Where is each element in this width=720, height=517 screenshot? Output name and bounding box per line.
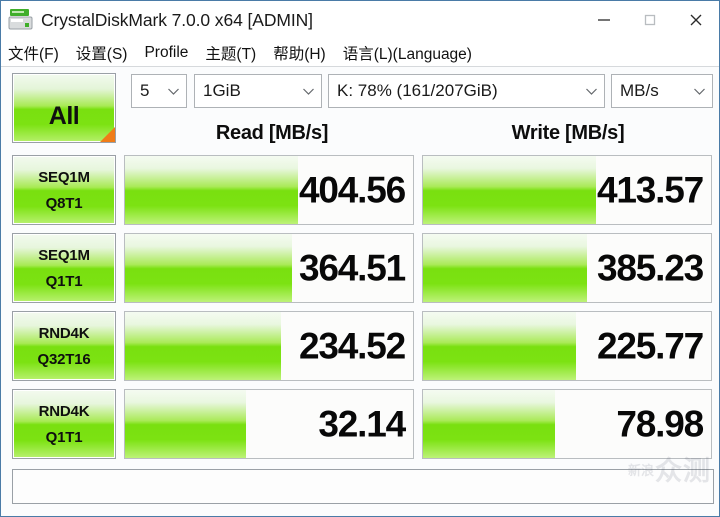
toolbar: All 5 1GiB K: 78% (161/207GiB) MB/s: [8, 73, 713, 143]
client-area: All 5 1GiB K: 78% (161/207GiB) MB/s Read…: [1, 66, 719, 516]
read-result-cell[interactable]: 234.52: [124, 311, 414, 381]
test-label-line1: SEQ1M: [38, 168, 90, 186]
comment-input[interactable]: [12, 469, 714, 504]
write-bar-fill: [423, 390, 556, 458]
menu-item-file[interactable]: 文件(F): [8, 42, 68, 64]
read-result-cell[interactable]: 32.14: [124, 389, 414, 459]
test-label-line1: RND4K: [38, 402, 90, 420]
test-size-value: 1GiB: [203, 81, 241, 100]
read-score: 404.56: [299, 169, 406, 211]
read-bar-fill: [125, 234, 293, 302]
test-label-line2: Q8T1: [45, 194, 83, 212]
window-title: CrystalDiskMark 7.0.0 x64 [ADMIN]: [41, 9, 313, 30]
test-count-value: 5: [140, 81, 150, 100]
test-label-seq1m-q8t1[interactable]: SEQ1M Q8T1: [12, 155, 116, 225]
write-score: 385.23: [597, 247, 704, 289]
table-row: RND4K Q32T16 234.52 225.77: [12, 311, 714, 381]
crystaldiskmark-window: CrystalDiskMark 7.0.0 x64 [ADMIN] 文件(F) …: [0, 0, 720, 517]
read-column-header: Read [MB/s]: [215, 122, 329, 144]
read-score: 364.51: [299, 247, 406, 289]
write-bar-fill: [423, 312, 576, 380]
unit-select[interactable]: MB/s: [611, 74, 713, 108]
table-row: RND4K Q1T1 32.14 78.98: [12, 389, 714, 459]
chevron-down-icon: [585, 87, 598, 96]
test-label-line1: SEQ1M: [38, 246, 90, 264]
table-row: SEQ1M Q1T1 364.51 385.23: [12, 233, 714, 303]
results-grid: SEQ1M Q8T1 404.56 413.57 SEQ1M Q1T1 364.…: [12, 155, 714, 467]
write-column-header: Write [MB/s]: [511, 122, 625, 144]
menu-item-help[interactable]: 帮助(H): [273, 42, 335, 64]
write-result-cell[interactable]: 225.77: [422, 311, 712, 381]
read-result-cell[interactable]: 404.56: [124, 155, 414, 225]
write-bar-fill: [423, 234, 588, 302]
test-label-line2: Q1T1: [45, 272, 83, 290]
column-headers: Read [MB/s] Write [MB/s]: [1, 122, 719, 150]
disk-drive-icon: [8, 8, 34, 32]
drive-select[interactable]: K: 78% (161/207GiB): [328, 74, 605, 108]
write-bar-fill: [423, 156, 596, 224]
read-bar-fill: [125, 312, 281, 380]
write-result-cell[interactable]: 413.57: [422, 155, 712, 225]
test-label-rnd4k-q1t1[interactable]: RND4K Q1T1: [12, 389, 116, 459]
read-bar-fill: [125, 156, 298, 224]
test-count-select[interactable]: 5: [131, 74, 187, 108]
read-bar-fill: [125, 390, 246, 458]
write-result-cell[interactable]: 78.98: [422, 389, 712, 459]
menu-item-theme[interactable]: 主题(T): [205, 42, 265, 64]
test-label-rnd4k-q32t16[interactable]: RND4K Q32T16: [12, 311, 116, 381]
drive-value: K: 78% (161/207GiB): [337, 81, 498, 100]
read-result-cell[interactable]: 364.51: [124, 233, 414, 303]
read-score: 32.14: [318, 403, 406, 445]
table-row: SEQ1M Q8T1 404.56 413.57: [12, 155, 714, 225]
write-score: 225.77: [597, 325, 704, 367]
menu-item-profile[interactable]: Profile: [144, 44, 197, 62]
close-icon[interactable]: [673, 1, 719, 39]
menu-item-language[interactable]: 语言(L)(Language): [343, 42, 481, 64]
chevron-down-icon: [693, 87, 706, 96]
minimize-icon[interactable]: [581, 1, 627, 39]
maximize-icon[interactable]: [627, 1, 673, 39]
menu-bar: 文件(F) 设置(S) Profile 主题(T) 帮助(H) 语言(L)(La…: [1, 39, 719, 66]
read-score: 234.52: [299, 325, 406, 367]
unit-value: MB/s: [620, 81, 659, 100]
write-result-cell[interactable]: 385.23: [422, 233, 712, 303]
test-label-line2: Q1T1: [45, 428, 83, 446]
chevron-down-icon: [167, 87, 180, 96]
chevron-down-icon: [302, 87, 315, 96]
write-score: 78.98: [616, 403, 704, 445]
test-label-seq1m-q1t1[interactable]: SEQ1M Q1T1: [12, 233, 116, 303]
title-bar: CrystalDiskMark 7.0.0 x64 [ADMIN]: [1, 1, 719, 39]
menu-item-settings[interactable]: 设置(S): [76, 42, 137, 64]
write-score: 413.57: [597, 169, 704, 211]
test-size-select[interactable]: 1GiB: [194, 74, 322, 108]
test-label-line1: RND4K: [38, 324, 90, 342]
test-label-line2: Q32T16: [37, 350, 91, 368]
window-controls: [581, 1, 719, 39]
